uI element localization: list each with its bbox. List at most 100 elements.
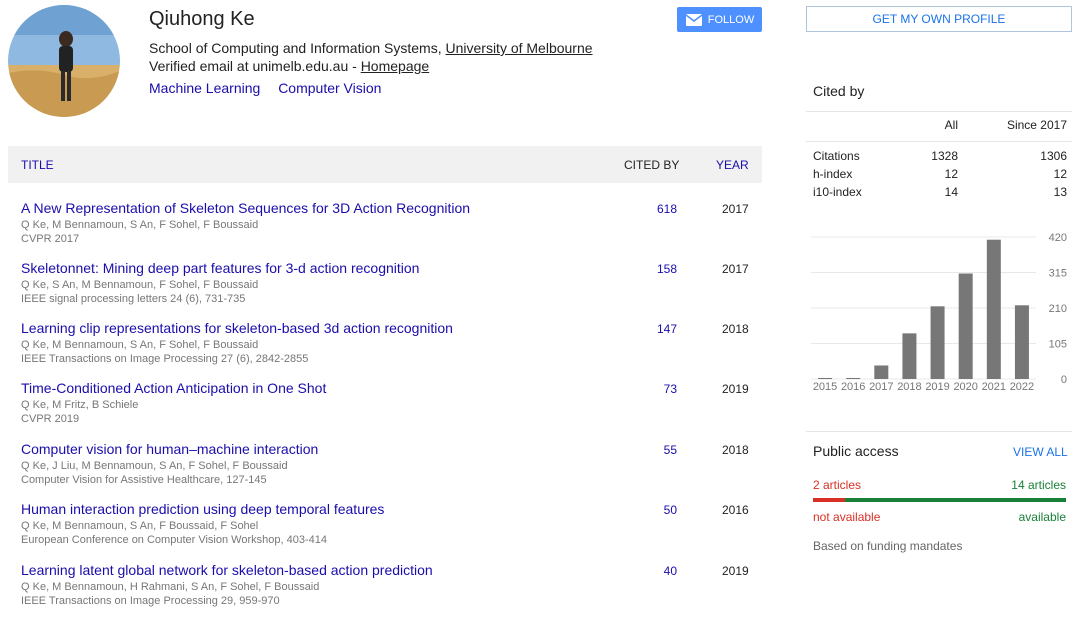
article-title[interactable]: Human interaction prediction using deep …	[21, 501, 384, 517]
bar-2021[interactable]	[986, 239, 1001, 379]
bar-2022[interactable]	[1014, 305, 1029, 379]
article-title[interactable]: Skeletonnet: Mining deep part features f…	[21, 260, 419, 276]
article-venue: IEEE Transactions on Image Processing 29…	[21, 595, 280, 607]
metric-since: 13	[1053, 185, 1067, 199]
get-my-own-profile-button[interactable]: GET MY OWN PROFILE	[806, 6, 1072, 32]
bar-2019[interactable]	[930, 306, 945, 379]
x-tick-label: 2021	[982, 381, 1006, 393]
metric-label[interactable]: i10-index	[813, 185, 862, 199]
bar-2016[interactable]	[846, 377, 861, 379]
article-venue: CVPR 2019	[21, 413, 80, 425]
divider	[806, 111, 1072, 112]
affiliation: School of Computing and Information Syst…	[149, 40, 593, 56]
article-venue: European Conference on Computer Vision W…	[21, 534, 327, 546]
y-tick-label: 210	[1049, 303, 1067, 315]
article-title[interactable]: Computer vision for human–machine intera…	[21, 441, 318, 457]
cited-count[interactable]: 73	[664, 382, 677, 396]
article-authors: Q Ke, M Fritz, B Schiele	[21, 399, 139, 411]
x-tick-label: 2015	[813, 381, 837, 393]
verified-email: Verified email at unimelb.edu.au - Homep…	[149, 58, 429, 74]
follow-button[interactable]: FOLLOW	[677, 7, 762, 32]
y-tick-label: 420	[1049, 232, 1067, 244]
x-tick-label: 2020	[953, 381, 977, 393]
article-venue: IEEE Transactions on Image Processing 27…	[21, 353, 309, 365]
table-row: A New Representation of Skeleton Sequenc…	[8, 200, 762, 260]
profile-name: Qiuhong Ke	[149, 8, 255, 30]
table-row: Human interaction prediction using deep …	[8, 501, 762, 561]
article-year: 2018	[722, 443, 749, 457]
article-authors: Q Ke, S An, M Bennamoun, F Sohel, F Bous…	[21, 279, 259, 291]
cited-by-heading: Cited by	[813, 83, 865, 99]
bar-2018[interactable]	[902, 333, 917, 379]
metric-label[interactable]: h-index	[813, 167, 852, 181]
available-label: available	[1018, 510, 1066, 524]
bar-2017[interactable]	[874, 365, 889, 379]
table-row: Skeletonnet: Mining deep part features f…	[8, 260, 762, 320]
article-year: 2019	[722, 382, 749, 396]
metric-all: 14	[944, 185, 958, 199]
article-title[interactable]: Learning latent global network for skele…	[21, 562, 433, 578]
affiliation-text: School of Computing and Information Syst…	[149, 40, 446, 56]
x-tick-label: 2019	[925, 381, 949, 393]
available-count[interactable]: 14 articles	[1011, 478, 1066, 492]
cited-by-column-header[interactable]: CITED BY	[624, 158, 679, 172]
not-available-count[interactable]: 2 articles	[813, 478, 861, 492]
article-title[interactable]: A New Representation of Skeleton Sequenc…	[21, 200, 470, 216]
column-since-header: Since 2017	[1006, 118, 1067, 132]
research-interests: Machine Learning Computer Vision	[149, 80, 395, 96]
divider	[806, 431, 1072, 432]
cited-count[interactable]: 55	[664, 443, 677, 457]
metric-since: 12	[1053, 167, 1067, 181]
metric-label[interactable]: Citations	[813, 149, 860, 163]
article-authors: Q Ke, M Bennamoun, S An, F Sohel, F Bous…	[21, 339, 259, 351]
metric-all: 12	[944, 167, 958, 181]
article-title[interactable]: Learning clip representations for skelet…	[21, 320, 453, 336]
interest-computer-vision[interactable]: Computer Vision	[278, 80, 381, 96]
bar-2020[interactable]	[958, 273, 973, 379]
table-row: Computer vision for human–machine intera…	[8, 441, 762, 501]
article-authors: Q Ke, M Bennamoun, H Rahmani, S An, F So…	[21, 581, 320, 593]
bar-2015[interactable]	[818, 377, 833, 379]
y-tick-label: 315	[1049, 268, 1067, 280]
column-all-header: All	[944, 118, 958, 132]
article-venue: IEEE signal processing letters 24 (6), 7…	[21, 293, 246, 305]
public-access-bar	[813, 498, 1066, 502]
table-row: Time-Conditioned Action Anticipation in …	[8, 380, 762, 440]
affiliation-link[interactable]: University of Melbourne	[445, 40, 592, 56]
interest-machine-learning[interactable]: Machine Learning	[149, 80, 260, 96]
not-available-bar-segment	[813, 498, 845, 502]
cited-count[interactable]: 147	[657, 322, 677, 336]
cited-count[interactable]: 618	[657, 202, 677, 216]
view-all-link[interactable]: VIEW ALL	[1013, 445, 1068, 459]
x-tick-label: 2022	[1010, 381, 1034, 393]
y-tick-label: 105	[1049, 339, 1067, 351]
year-column-header[interactable]: YEAR	[716, 158, 749, 172]
cited-count[interactable]: 40	[664, 564, 677, 578]
x-tick-label: 2016	[841, 381, 865, 393]
divider	[806, 141, 1072, 142]
avatar[interactable]	[8, 5, 120, 117]
article-year: 2016	[722, 503, 749, 517]
articles-table-header: TITLE CITED BY YEAR	[8, 146, 762, 183]
follow-label: FOLLOW	[707, 13, 755, 26]
article-year: 2019	[722, 564, 749, 578]
table-row: Learning clip representations for skelet…	[8, 320, 762, 380]
metric-all: 1328	[931, 149, 958, 163]
title-column-header[interactable]: TITLE	[21, 158, 54, 172]
table-row: Learning latent global network for skele…	[8, 562, 762, 622]
article-authors: Q Ke, M Bennamoun, S An, F Sohel, F Bous…	[21, 219, 259, 231]
article-title[interactable]: Time-Conditioned Action Anticipation in …	[21, 380, 326, 396]
article-year: 2017	[722, 202, 749, 216]
citations-per-year-chart: 420 315 210 105 0 2015 2016 2017 2018 2019 2020 202…	[811, 232, 1067, 393]
x-tick-label: 2017	[869, 381, 893, 393]
article-authors: Q Ke, J Liu, M Bennamoun, S An, F Sohel,…	[21, 460, 288, 472]
article-venue: CVPR 2017	[21, 233, 80, 245]
article-year: 2018	[722, 322, 749, 336]
article-authors: Q Ke, M Bennamoun, S An, F Boussaid, F S…	[21, 520, 259, 532]
funding-mandates-note: Based on funding mandates	[813, 539, 963, 553]
cited-count[interactable]: 158	[657, 262, 677, 276]
mail-icon	[685, 13, 703, 26]
homepage-link[interactable]: Homepage	[361, 58, 430, 74]
not-available-label: not available	[813, 510, 881, 524]
cited-count[interactable]: 50	[664, 503, 677, 517]
